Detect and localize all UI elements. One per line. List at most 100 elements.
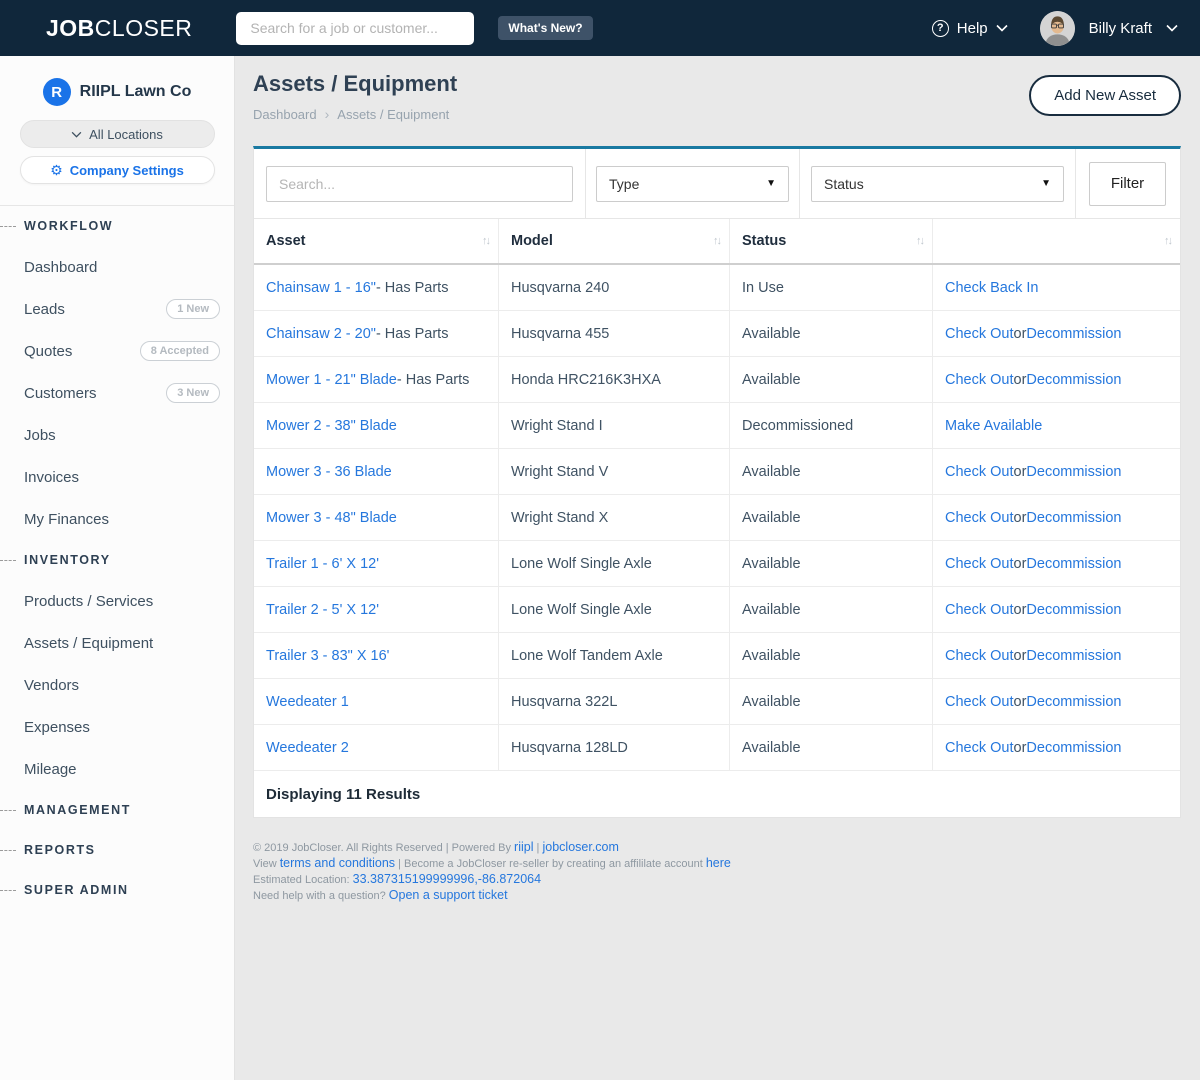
model-cell: Wright Stand I — [499, 403, 730, 448]
sidebar-item-invoices[interactable]: Invoices — [0, 456, 234, 498]
asset-link[interactable]: Chainsaw 1 - 16" — [266, 280, 376, 296]
footer-link-open-a-support-ticket[interactable]: Open a support ticket — [389, 888, 508, 902]
sidebar-section-inventory[interactable]: INVENTORY — [0, 540, 234, 580]
asset-link[interactable]: Trailer 1 - 6' X 12' — [266, 556, 379, 572]
section-dash-icon — [0, 850, 16, 851]
asset-cell: Weedeater 2 — [254, 725, 499, 770]
sidebar-item-jobs[interactable]: Jobs — [0, 414, 234, 456]
action-link-decommission[interactable]: Decommission — [1026, 556, 1121, 572]
table-search-input[interactable] — [266, 166, 573, 202]
sidebar-section-super-admin[interactable]: SUPER ADMIN — [0, 870, 234, 910]
footer-text: View — [253, 858, 280, 870]
action-link-decommission[interactable]: Decommission — [1026, 510, 1121, 526]
company-settings-button[interactable]: ⚙ Company Settings — [20, 156, 215, 184]
action-link-decommission[interactable]: Decommission — [1026, 464, 1121, 480]
user-name[interactable]: Billy Kraft — [1089, 20, 1152, 37]
sidebar-item-dashboard[interactable]: Dashboard — [0, 246, 234, 288]
sidebar-section-management[interactable]: MANAGEMENT — [0, 790, 234, 830]
asset-cell: Trailer 2 - 5' X 12' — [254, 587, 499, 632]
sidebar-item-quotes[interactable]: Quotes8 Accepted — [0, 330, 234, 372]
footer-link-riipl[interactable]: riipl — [514, 840, 533, 854]
action-link-check-out[interactable]: Check Out — [945, 740, 1014, 756]
breadcrumb-current: Assets / Equipment — [337, 107, 449, 122]
section-label: MANAGEMENT — [24, 803, 131, 817]
page-footer: © 2019 JobCloser. All Rights Reserved | … — [253, 840, 1181, 904]
sidebar-item-label: Invoices — [24, 469, 79, 486]
global-search-input[interactable] — [236, 12, 474, 45]
footer-line: © 2019 JobCloser. All Rights Reserved | … — [253, 840, 1181, 856]
asset-link[interactable]: Mower 3 - 36 Blade — [266, 464, 392, 480]
action-link-check-out[interactable]: Check Out — [945, 464, 1014, 480]
action-link-decommission[interactable]: Decommission — [1026, 326, 1121, 342]
user-chevron-down-icon[interactable] — [1166, 24, 1178, 32]
footer-link-here[interactable]: here — [706, 856, 731, 870]
action-link-check-out[interactable]: Check Out — [945, 602, 1014, 618]
asset-link[interactable]: Chainsaw 2 - 20" — [266, 326, 376, 342]
asset-cell: Mower 3 - 36 Blade — [254, 449, 499, 494]
action-link-check-out[interactable]: Check Out — [945, 648, 1014, 664]
section-label: REPORTS — [24, 843, 96, 857]
filter-row: Type ▼ Status ▼ Filter — [254, 149, 1180, 219]
filter-search-cell — [254, 149, 586, 218]
footer-link-33-387315199999996-86-872064[interactable]: 33.387315199999996,-86.872064 — [353, 872, 541, 886]
model-cell: Wright Stand X — [499, 495, 730, 540]
action-link-check-out[interactable]: Check Out — [945, 694, 1014, 710]
breadcrumb-dashboard[interactable]: Dashboard — [253, 107, 317, 122]
sidebar-item-assets-equipment[interactable]: Assets / Equipment — [0, 622, 234, 664]
action-link-decommission[interactable]: Decommission — [1026, 694, 1121, 710]
action-link-decommission[interactable]: Decommission — [1026, 602, 1121, 618]
asset-suffix: - Has Parts — [376, 326, 449, 342]
action-link-make-available[interactable]: Make Available — [945, 418, 1042, 434]
sidebar-item-label: Leads — [24, 301, 65, 318]
sidebar-item-products-services[interactable]: Products / Services — [0, 580, 234, 622]
sidebar-item-customers[interactable]: Customers3 New — [0, 372, 234, 414]
asset-link[interactable]: Trailer 3 - 83" X 16' — [266, 648, 389, 664]
help-menu[interactable]: ? Help — [932, 20, 1008, 37]
help-label: Help — [957, 20, 988, 37]
table-row: Mower 3 - 36 BladeWright Stand VAvailabl… — [254, 449, 1180, 495]
action-link-check-out[interactable]: Check Out — [945, 326, 1014, 342]
asset-link[interactable]: Mower 3 - 48" Blade — [266, 510, 397, 526]
action-link-decommission[interactable]: Decommission — [1026, 740, 1121, 756]
sort-icon[interactable]: ↑↓ — [482, 235, 489, 247]
sidebar-item-my-finances[interactable]: My Finances — [0, 498, 234, 540]
all-locations-label: All Locations — [89, 127, 163, 142]
sidebar-item-badge: 8 Accepted — [140, 341, 220, 361]
model-cell: Husqvarna 240 — [499, 265, 730, 310]
user-avatar[interactable] — [1040, 11, 1075, 46]
asset-link[interactable]: Trailer 2 - 5' X 12' — [266, 602, 379, 618]
status-select[interactable]: Status ▼ — [811, 166, 1064, 202]
filter-type-cell: Type ▼ — [586, 149, 800, 218]
sidebar-section-workflow[interactable]: WORKFLOW — [0, 206, 234, 246]
sidebar-section-reports[interactable]: REPORTS — [0, 830, 234, 870]
footer-text: Need help with a question? — [253, 890, 389, 902]
sidebar-item-vendors[interactable]: Vendors — [0, 664, 234, 706]
asset-link[interactable]: Mower 1 - 21" Blade — [266, 372, 397, 388]
asset-link[interactable]: Weedeater 1 — [266, 694, 349, 710]
actions-cell: Check Out or Decommission — [933, 495, 1180, 540]
sort-icon[interactable]: ↑↓ — [916, 235, 923, 247]
sidebar-item-leads[interactable]: Leads1 New — [0, 288, 234, 330]
footer-link-jobcloser-com[interactable]: jobcloser.com — [542, 840, 618, 854]
table-row: Trailer 3 - 83" X 16'Lone Wolf Tandem Ax… — [254, 633, 1180, 679]
action-link-check-out[interactable]: Check Out — [945, 556, 1014, 572]
footer-link-terms-and-conditions[interactable]: terms and conditions — [280, 856, 395, 870]
asset-cell: Mower 1 - 21" Blade - Has Parts — [254, 357, 499, 402]
asset-link[interactable]: Mower 2 - 38" Blade — [266, 418, 397, 434]
action-link-check-out[interactable]: Check Out — [945, 372, 1014, 388]
add-new-asset-button[interactable]: Add New Asset — [1029, 75, 1181, 116]
asset-link[interactable]: Weedeater 2 — [266, 740, 349, 756]
type-select[interactable]: Type ▼ — [596, 166, 789, 202]
action-link-decommission[interactable]: Decommission — [1026, 372, 1121, 388]
sort-icon[interactable]: ↑↓ — [1164, 235, 1171, 247]
whats-new-button[interactable]: What's New? — [498, 16, 592, 40]
all-locations-dropdown[interactable]: All Locations — [20, 120, 215, 148]
filter-button[interactable]: Filter — [1089, 162, 1166, 206]
table-row: Trailer 1 - 6' X 12'Lone Wolf Single Axl… — [254, 541, 1180, 587]
action-link-check-back-in[interactable]: Check Back In — [945, 280, 1039, 296]
sidebar-item-mileage[interactable]: Mileage — [0, 748, 234, 790]
action-link-check-out[interactable]: Check Out — [945, 510, 1014, 526]
sidebar-item-expenses[interactable]: Expenses — [0, 706, 234, 748]
sort-icon[interactable]: ↑↓ — [713, 235, 720, 247]
action-link-decommission[interactable]: Decommission — [1026, 648, 1121, 664]
